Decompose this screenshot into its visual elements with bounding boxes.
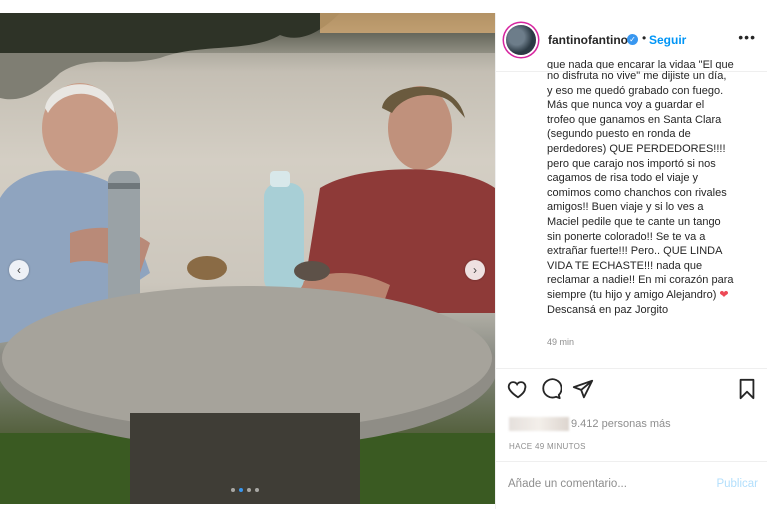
avatar[interactable] (506, 25, 536, 55)
post-photo[interactable]: ‹ › (0, 13, 495, 504)
caption-line: extrañar fuerte!!! Pero.. QUE LINDA (547, 245, 723, 258)
comment-bubble-icon[interactable] (540, 378, 562, 400)
caption-line: comimos como chanchos con rivales (547, 186, 727, 199)
caption-line: siempre (tu hijo y amigo Alejandro) ❤ (547, 288, 753, 303)
more-options-icon[interactable]: ••• (738, 29, 756, 45)
caption-line: (segundo puesto en ronda de (547, 128, 691, 141)
verified-badge-icon: ✓ (627, 34, 638, 45)
caption-line: sin ponerte colorado!! Se te va a (547, 230, 706, 243)
post-side-panel: fantinofantino ✓ • Seguir ••• que nada q… (495, 13, 767, 509)
carousel-next-button[interactable]: › (465, 260, 485, 280)
carousel-dot (231, 488, 235, 492)
caption-line: Descansá en paz Jorgito (547, 303, 669, 316)
caption-line: reclamar a nadie!! En mi corazón para (547, 274, 734, 287)
likes-text: 9.412 personas más (571, 417, 671, 430)
carousel-indicator (231, 488, 259, 492)
caption-line: cagamos de risa todo el viaje y (547, 172, 699, 185)
liker-avatars-blurred (509, 417, 569, 431)
post-caption: que nada que encarar la vidaa "El que no… (547, 59, 753, 317)
bookmark-save-icon[interactable] (736, 378, 758, 400)
caption-line: pero que carajo nos importó si nos (547, 157, 716, 170)
caption-line: no disfruta no vive" me dijiste un día, (547, 70, 727, 82)
like-heart-icon[interactable] (507, 378, 529, 400)
comment-input[interactable]: Añade un comentario... (508, 478, 627, 490)
caption-timestamp: 49 min (547, 337, 575, 347)
caption-line: Maciel pedile que te cante un tango (547, 215, 721, 228)
separator-dot: • (642, 31, 647, 45)
username-link[interactable]: fantinofantino (548, 33, 628, 47)
caption-line: amigos!! Buen viaje y si lo ves a (547, 201, 704, 214)
caption-line-text: siempre (tu hijo y amigo Alejandro) (547, 288, 717, 301)
heart-emoji-icon: ❤ (719, 288, 729, 301)
carousel-prev-button[interactable]: ‹ (9, 260, 29, 280)
caption-line: trofeo que ganamos en Santa Clara (547, 113, 722, 126)
caption-line: VIDA TE ECHASTE!!! nada que (547, 259, 703, 272)
follow-button[interactable]: Seguir (649, 33, 686, 47)
publish-button[interactable]: Publicar (716, 478, 758, 490)
post-actions: 9.412 personas más HACE 49 MINUTOS Añade… (496, 368, 767, 509)
photo-illustration (0, 13, 495, 504)
carousel-dot-active (239, 488, 243, 492)
caption-line: Más que nunca voy a guardar el (547, 99, 705, 112)
share-send-icon[interactable] (572, 378, 594, 400)
caption-body: no disfruta no vive" me dijiste un día, y… (547, 69, 753, 317)
carousel-dot (247, 488, 251, 492)
post-timestamp: HACE 49 MINUTOS (509, 442, 586, 451)
caption-line: y eso me quedó grabado con fuego. (547, 84, 724, 97)
comment-bar: Añade un comentario... Publicar (496, 461, 767, 510)
carousel-dot (255, 488, 259, 492)
caption-cut-line: que nada que encarar la vidaa "El que (547, 59, 734, 69)
caption-line: perdedores) QUE PERDEDORES!!!! (547, 142, 726, 155)
likes-count[interactable]: 9.412 personas más (509, 417, 671, 431)
